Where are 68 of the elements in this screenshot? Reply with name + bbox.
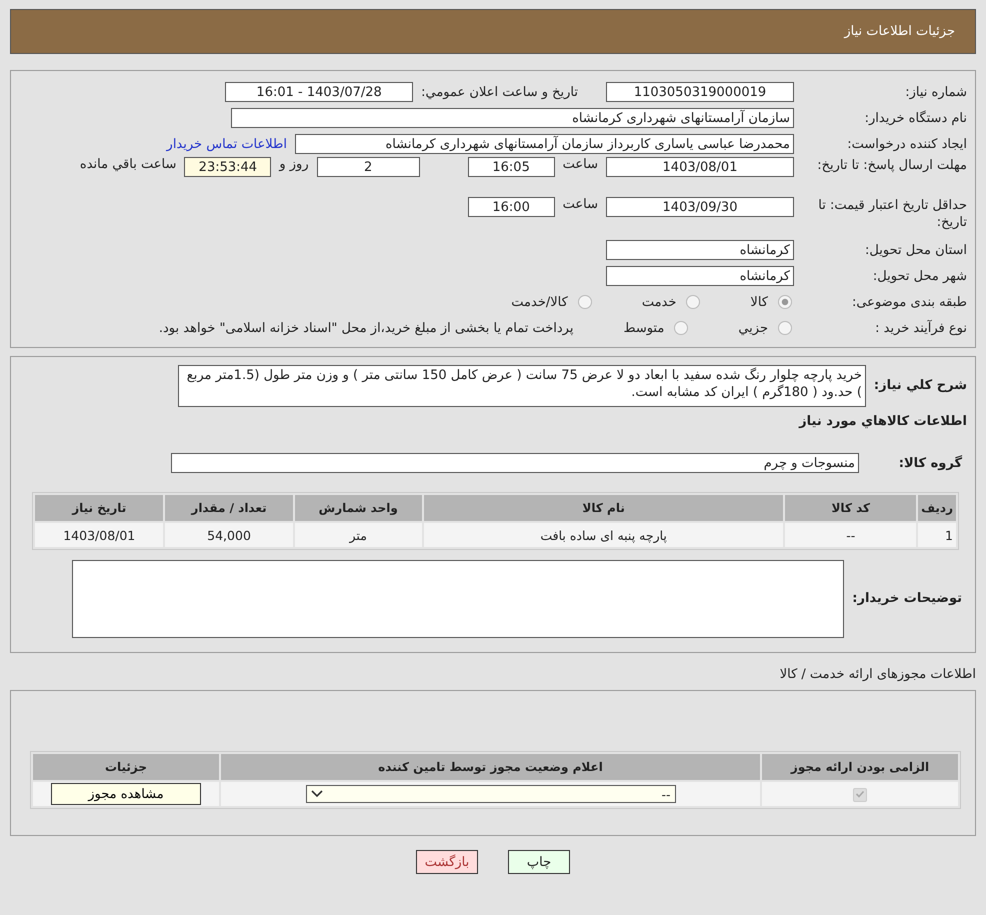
days-field: 2 — [316, 157, 420, 177]
announce-date-field: 1403/07/28 - 16:01 — [225, 82, 414, 102]
field-label: توضیحات خریدار: — [852, 590, 963, 607]
column-header: الزامی بودن ارائه مجوز — [762, 754, 958, 780]
back-button[interactable]: بازگشت — [416, 850, 478, 874]
print-button[interactable]: چاپ — [508, 850, 570, 874]
creator-field: محمدرضا عباسی یاساری کاربرداز سازمان آرامستانهای شهرداری کرمانشاه — [295, 134, 794, 154]
field-label: تاریخ و ساعت اعلان عمومي: — [421, 84, 578, 100]
remaining-time-field: 23:53:44 — [184, 157, 272, 177]
column-header: اعلام وضعیت مجوز توسط تامین کننده — [221, 754, 760, 780]
province-field: کرمانشاه — [606, 240, 794, 260]
field-label: نام دستگاه خريدار: — [864, 110, 967, 126]
validity-date-field: 1403/09/30 — [606, 197, 794, 217]
field-label: ایجاد کننده درخواست: — [846, 136, 967, 152]
description-field[interactable]: خرید پارچه چلوار رنگ شده سفید با ابعاد دو لا عرض 75 سانت ( عرض کامل 150 سانتی متر ) و وزن متر طول (1.5متر مربع ) حد.ود ( 180گرم ) ایران کد مشابه است. — [178, 365, 866, 407]
field-label: شرح کلي نياز: — [874, 377, 967, 394]
buyer-notes-field[interactable] — [72, 560, 844, 638]
radio-button[interactable] — [778, 321, 792, 335]
field-label: روز و — [279, 157, 309, 172]
column-header: تعداد / مقدار — [165, 495, 293, 521]
radio-label: جزيي — [738, 320, 768, 336]
field-label: طبقه بندی موضوعی: — [850, 294, 967, 310]
buyer-field: سازمان آرامستانهای شهرداری کرمانشاه — [231, 108, 794, 128]
section-title: اطلاعات مجوزهای ارائه خدمت / کالا — [778, 667, 976, 682]
city-field: کرمانشاه — [606, 266, 794, 286]
need-number-field: 1103050319000019 — [606, 82, 794, 102]
radio-label: کالا/خدمت — [511, 294, 568, 310]
radio-button[interactable] — [686, 295, 700, 309]
column-header: نام کالا — [424, 495, 784, 521]
table-cell: پارچه پنبه ای ساده بافت — [424, 523, 784, 547]
field-label: شماره نیاز: — [904, 84, 967, 100]
contact-link[interactable]: اطلاعات تماس خریدار — [166, 136, 287, 152]
deadline-time-field: 16:05 — [468, 157, 555, 177]
field-label: حداقل تاریخ اعتبار قیمت: تا تاریخ: — [817, 197, 967, 231]
payment-note: پرداخت تمام یا بخشی از مبلغ خرید،از محل "اسناد خزانه اسلامی" خواهد بود. — [158, 320, 574, 336]
field-label: ساعت — [562, 157, 598, 172]
radio-button[interactable] — [578, 295, 592, 309]
field-label: استان محل تحویل: — [864, 242, 967, 258]
field-label: ساعت باقي مانده — [80, 157, 176, 172]
field-label: شهر محل تحویل: — [872, 268, 967, 284]
field-label: ساعت — [562, 197, 598, 212]
view-permit-button[interactable]: مشاهده مجوز — [51, 783, 201, 805]
radio-label: متوسط — [623, 320, 664, 336]
validity-time-field: 16:00 — [468, 197, 555, 217]
radio-button[interactable] — [778, 295, 792, 309]
table-cell: متر — [294, 523, 422, 547]
column-header: کد کالا — [785, 495, 916, 521]
section-title: اطلاعات کالاهاي مورد نياز — [798, 413, 967, 430]
field-label: مهلت ارسال پاسخ: تا تاریخ: — [816, 157, 967, 174]
field-label: گروه کالا: — [898, 454, 963, 472]
radio-button[interactable] — [674, 321, 688, 335]
deadline-date-field: 1403/08/01 — [606, 157, 794, 177]
column-header: جزئیات — [33, 754, 219, 780]
table-cell: -- — [785, 523, 916, 547]
field-label: نوع فرآیند خرید : — [874, 320, 967, 336]
caret-icon — [310, 790, 322, 798]
radio-label: کالا — [750, 294, 768, 310]
table-cell: 1 — [918, 523, 956, 547]
checkmark-icon — [855, 788, 865, 798]
table-cell: 54,000 — [165, 523, 293, 547]
status-dropdown[interactable]: -- — [306, 785, 676, 803]
column-header: تاریخ نیاز — [35, 495, 164, 521]
table-cell: 1403/08/01 — [35, 523, 164, 547]
column-header: واحد شمارش — [294, 495, 422, 521]
column-header: ردیف — [918, 495, 956, 521]
page-title: جزئیات اطلاعات نیاز — [10, 9, 976, 54]
goods-group-field: منسوجات و چرم — [171, 453, 859, 473]
radio-label: خدمت — [642, 294, 676, 310]
